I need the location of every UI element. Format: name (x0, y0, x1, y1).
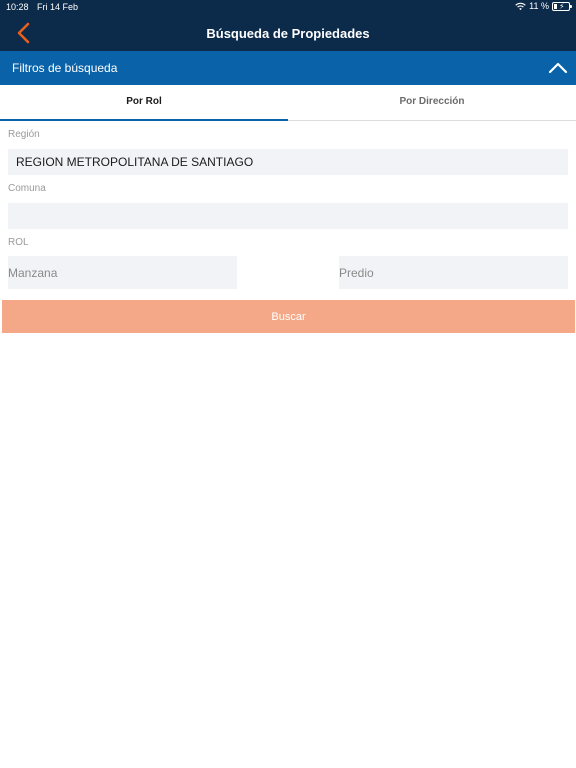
tab-por-direccion[interactable]: Por Dirección (288, 85, 576, 121)
region-label: Región (8, 129, 40, 140)
manzana-input[interactable] (8, 256, 237, 289)
tab-bar: Por Rol Por Dirección (0, 85, 576, 121)
battery-percent: 11 % (529, 1, 549, 11)
status-right: 11 % ⚡ (515, 1, 572, 11)
chevron-up-icon[interactable] (548, 58, 568, 78)
rol-label: ROL (8, 237, 29, 248)
filters-header[interactable]: Filtros de búsqueda (0, 51, 576, 85)
top-bar: 10:28 Fri 14 Feb 11 % ⚡ Búsqueda de Prop… (0, 0, 576, 51)
filters-label: Filtros de búsqueda (12, 61, 118, 75)
page-title: Búsqueda de Propiedades (206, 26, 370, 41)
region-field[interactable] (8, 149, 568, 175)
predio-input[interactable] (339, 256, 568, 289)
wifi-icon (515, 2, 526, 10)
battery-icon: ⚡ (552, 1, 572, 11)
comuna-field[interactable] (8, 203, 568, 229)
comuna-label: Comuna (8, 183, 46, 194)
charging-bolt-icon: ⚡ (559, 1, 565, 11)
search-button[interactable]: Buscar (2, 300, 575, 333)
tab-por-rol[interactable]: Por Rol (0, 85, 288, 121)
status-bar: 10:28 Fri 14 Feb 11 % ⚡ (0, 0, 576, 14)
status-time: 10:28 (6, 2, 29, 12)
status-date: Fri 14 Feb (37, 2, 79, 12)
